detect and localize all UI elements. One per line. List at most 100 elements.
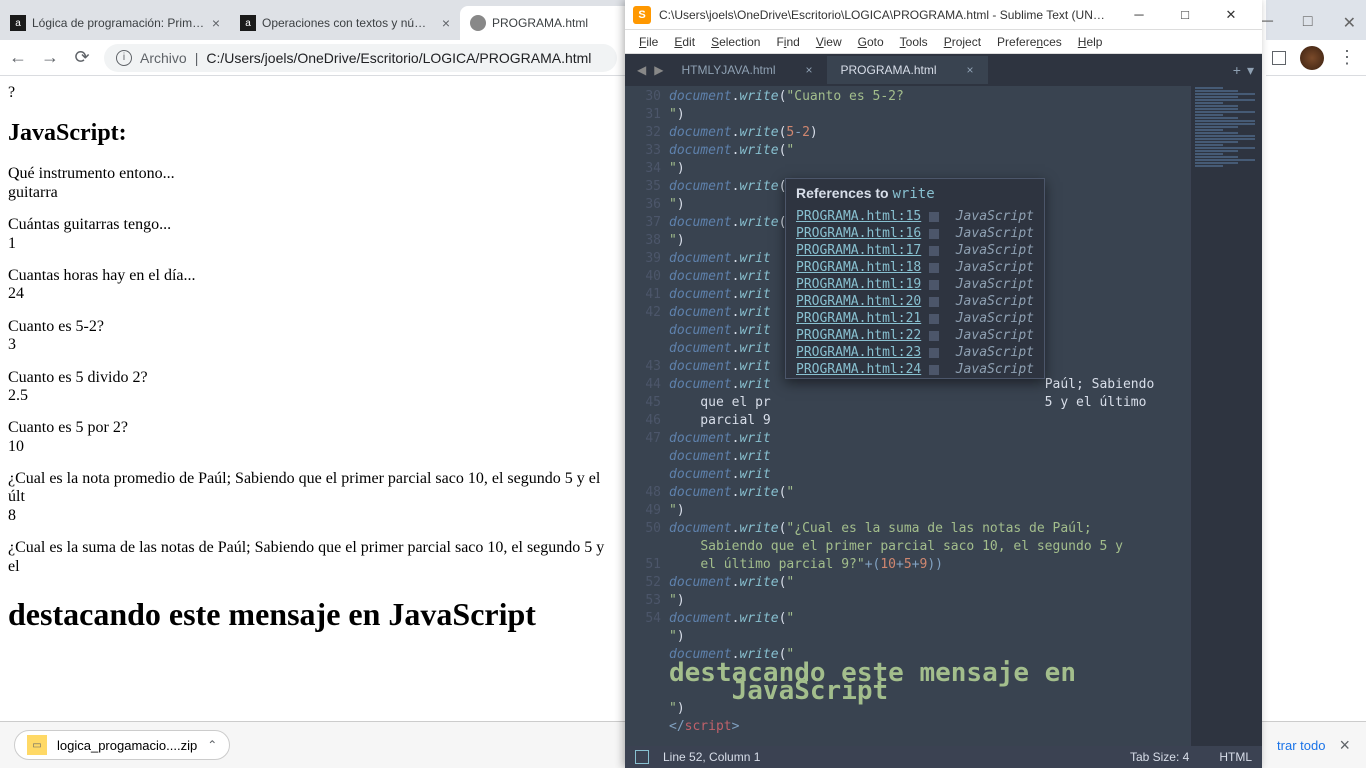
question-text: ¿Cual es la suma de las notas de Paúl; S… [8, 539, 617, 576]
tab-title: Operaciones con textos y númerc [262, 16, 436, 30]
question-text: Cuanto es 5 divido 2? [8, 369, 617, 387]
tab-close-icon[interactable]: × [212, 15, 220, 31]
question-text: ¿Cual es la nota promedio de Paúl; Sabie… [8, 470, 617, 507]
question-text: Qué instrumento entono... [8, 165, 617, 183]
reference-lang: JavaScript [956, 311, 1034, 326]
reference-link[interactable]: PROGRAMA.html:24 [796, 362, 921, 377]
menu-help[interactable]: Help [1070, 33, 1111, 51]
minimize-button[interactable]: ─ [1116, 0, 1162, 30]
dangling-text: ? [8, 84, 617, 102]
reference-row[interactable]: PROGRAMA.html:22JavaScript [786, 327, 1044, 344]
editor-tab-label: HTMLYJAVA.html [681, 63, 775, 77]
menu-goto[interactable]: Goto [850, 33, 892, 51]
close-shelf-icon[interactable]: × [1339, 735, 1350, 756]
chrome-menu-icon[interactable]: ⋮ [1338, 47, 1356, 68]
new-tab-icon[interactable]: + [1233, 62, 1241, 79]
reference-row[interactable]: PROGRAMA.html:24JavaScript [786, 361, 1044, 378]
minimap[interactable] [1190, 86, 1262, 746]
menu-edit[interactable]: Edit [666, 33, 703, 51]
forward-button[interactable]: → [40, 48, 60, 68]
reference-link[interactable]: PROGRAMA.html:16 [796, 226, 921, 241]
editor-tab-1[interactable]: HTMLYJAVA.html × [667, 56, 826, 84]
answer-text: 24 [8, 285, 617, 303]
extensions-icon[interactable] [1272, 51, 1286, 65]
menu-find[interactable]: Find [768, 33, 807, 51]
ref-box-icon [929, 263, 939, 273]
profile-avatar[interactable] [1300, 46, 1324, 70]
page-h1: destacando este mensaje en JavaScript [8, 596, 617, 633]
ref-box-icon [929, 314, 939, 324]
references-popup: References to write PROGRAMA.html:15Java… [785, 178, 1045, 379]
editor-tab-label: PROGRAMA.html [841, 63, 937, 77]
menu-view[interactable]: View [808, 33, 850, 51]
reference-row[interactable]: PROGRAMA.html:18 JavaScript [786, 259, 1044, 276]
menu-selection[interactable]: Selection [703, 33, 768, 51]
reference-link[interactable]: PROGRAMA.html:15 [796, 209, 921, 224]
reference-link[interactable]: PROGRAMA.html:23 [796, 345, 921, 360]
chrome-address-bar: ← → ⟳ i Archivo | C:/Users/joels/OneDriv… [0, 40, 625, 76]
download-caret-icon[interactable]: ⌃ [207, 738, 217, 752]
show-all-downloads[interactable]: trar todo [1277, 738, 1325, 753]
reference-link[interactable]: PROGRAMA.html:17 [796, 243, 921, 258]
question-text: Cuanto es 5 por 2? [8, 419, 617, 437]
reference-row[interactable]: PROGRAMA.html:16JavaScript [786, 225, 1044, 242]
reference-row[interactable]: PROGRAMA.html:19 JavaScript [786, 276, 1044, 293]
status-tabsize[interactable]: Tab Size: 4 [1130, 750, 1189, 764]
reference-link[interactable]: PROGRAMA.html:20 [796, 294, 921, 309]
bg-close-icon[interactable]: ✕ [1343, 13, 1356, 27]
reference-row[interactable]: PROGRAMA.html:20 JavaScript [786, 293, 1044, 310]
tab-prev-icon[interactable]: ◀ [633, 63, 650, 77]
references-header: References to write [786, 179, 1044, 208]
close-button[interactable]: ✕ [1208, 0, 1254, 30]
sidebar-toggle-icon[interactable] [635, 750, 649, 764]
menu-preferences[interactable]: Preferences [989, 33, 1070, 51]
reference-link[interactable]: PROGRAMA.html:22 [796, 328, 921, 343]
reference-lang: JavaScript [956, 294, 1034, 309]
status-bar: Line 52, Column 1 Tab Size: 4 HTML [625, 746, 1262, 768]
menu-project[interactable]: Project [936, 33, 989, 51]
answer-text: 1 [8, 235, 617, 253]
editor-tab-2[interactable]: PROGRAMA.html × [827, 56, 988, 84]
download-filename: logica_progamacio....zip [57, 738, 197, 753]
chrome-tab-1[interactable]: a Lógica de programación: Primerc × [0, 6, 230, 40]
download-item[interactable]: ▭ logica_progamacio....zip ⌃ [14, 730, 230, 760]
answer-text: 8 [8, 507, 617, 525]
reference-link[interactable]: PROGRAMA.html:18 [796, 260, 921, 275]
reference-lang: JavaScript [956, 260, 1034, 275]
bg-maximize-icon[interactable]: □ [1303, 13, 1313, 27]
favicon-globe-icon [470, 15, 486, 31]
tab-dropdown-icon[interactable]: ▾ [1247, 62, 1254, 79]
page-heading: JavaScript: [8, 120, 617, 147]
page-viewport: ? JavaScript: Qué instrumento entono...g… [0, 76, 625, 721]
reference-row[interactable]: PROGRAMA.html:21 JavaScript [786, 310, 1044, 327]
reference-link[interactable]: PROGRAMA.html:21 [796, 311, 921, 326]
site-info-icon[interactable]: i [116, 50, 132, 66]
reference-row[interactable]: PROGRAMA.html:23JavaScript [786, 344, 1044, 361]
ref-box-icon [929, 331, 939, 341]
menu-tools[interactable]: Tools [892, 33, 936, 51]
reference-row[interactable]: PROGRAMA.html:17JavaScript [786, 242, 1044, 259]
maximize-button[interactable]: □ [1162, 0, 1208, 30]
tab-close-icon[interactable]: × [442, 15, 450, 31]
favicon-alura-icon: a [10, 15, 26, 31]
sublime-title-text: C:\Users\joels\OneDrive\Escritorio\LOGIC… [659, 8, 1108, 22]
status-syntax[interactable]: HTML [1219, 750, 1252, 764]
menu-file[interactable]: File [631, 33, 666, 51]
chrome-tab-2[interactable]: a Operaciones con textos y númerc × [230, 6, 460, 40]
tab-close-icon[interactable]: × [805, 63, 812, 77]
tab-next-icon[interactable]: ▶ [650, 63, 667, 77]
reference-lang: JavaScript [956, 277, 1034, 292]
reference-row[interactable]: PROGRAMA.html:15JavaScript [786, 208, 1044, 225]
editor-area[interactable]: 30313233343536373839404142 4344454647 48… [625, 86, 1262, 746]
url-separator: | [195, 50, 199, 66]
ref-box-icon [929, 229, 939, 239]
reload-button[interactable]: ⟳ [72, 48, 92, 68]
answer-text: 10 [8, 438, 617, 456]
bg-minimize-icon[interactable]: ─ [1262, 13, 1273, 27]
tab-close-icon[interactable]: × [967, 63, 974, 77]
question-text: Cuántas guitarras tengo... [8, 216, 617, 234]
back-button[interactable]: ← [8, 48, 28, 68]
sublime-titlebar[interactable]: S C:\Users\joels\OneDrive\Escritorio\LOG… [625, 0, 1262, 30]
url-input[interactable]: i Archivo | C:/Users/joels/OneDrive/Escr… [104, 44, 617, 72]
reference-link[interactable]: PROGRAMA.html:19 [796, 277, 921, 292]
